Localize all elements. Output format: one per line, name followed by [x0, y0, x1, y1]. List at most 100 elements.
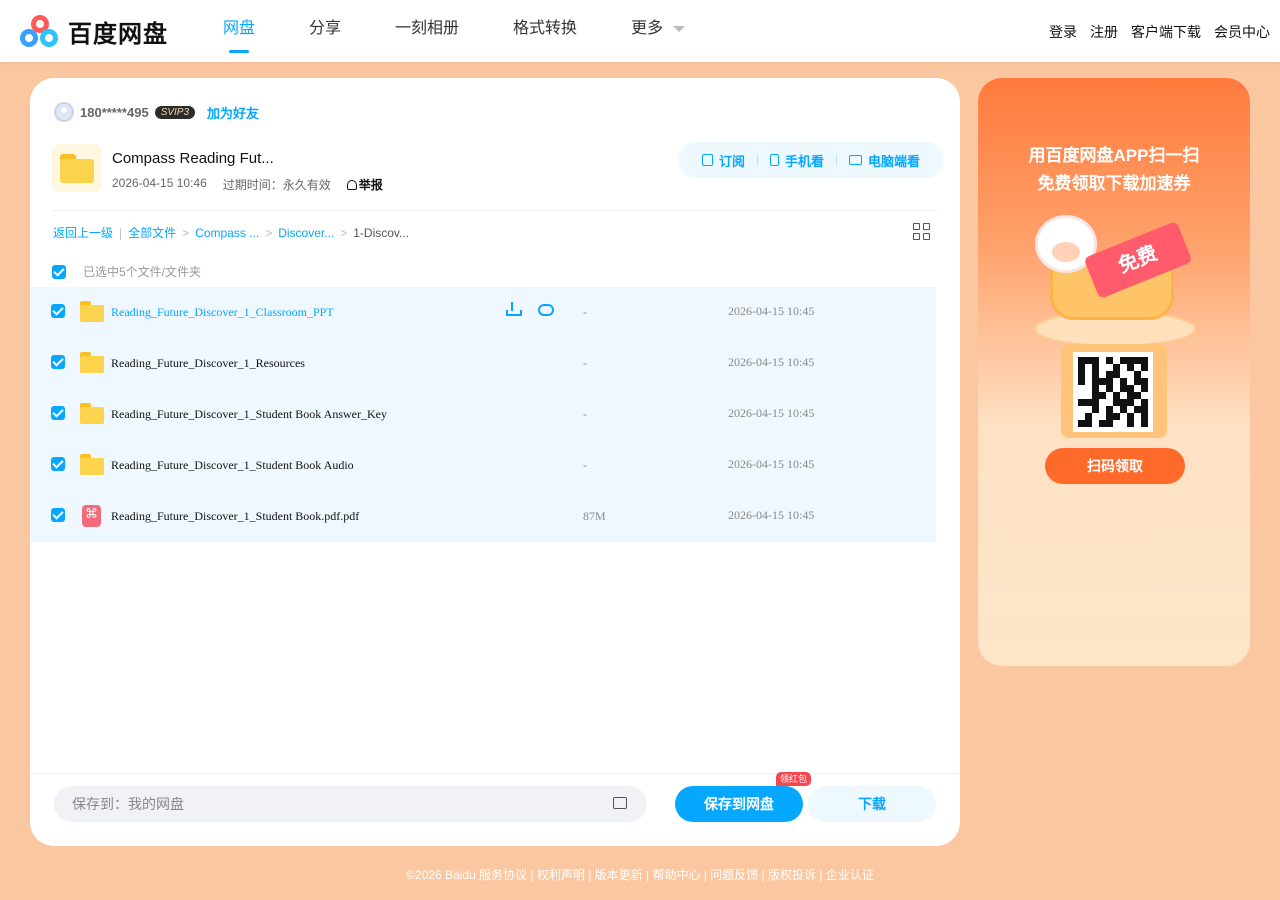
nav-item-convert[interactable]: 格式转换: [513, 0, 577, 62]
add-friend-link[interactable]: 加为好友: [207, 103, 259, 122]
scan-claim-button[interactable]: 扫码领取: [1045, 448, 1185, 484]
file-size: 87M: [583, 509, 606, 523]
table-row[interactable]: Reading_Future_Discover_1_Resources - 20…: [30, 338, 936, 389]
bookmark-icon: [702, 154, 713, 166]
chevron-down-icon: [673, 25, 686, 32]
mobile-view-label: 手机看: [785, 153, 825, 169]
table-row[interactable]: Reading_Future_Discover_1_Student Book A…: [30, 440, 936, 491]
select-all-row: 已选中5个文件/文件夹: [52, 263, 201, 280]
file-name[interactable]: Reading_Future_Discover_1_Student Book A…: [111, 407, 387, 422]
save-bar: 保存到：我的网盘 保存到网盘 领红包 下载: [30, 772, 960, 846]
separator: >: [182, 225, 190, 240]
share-meta: 2026-04-15 10:46 过期时间：永久有效 举报: [112, 176, 383, 193]
desktop-view-button[interactable]: 电脑端看: [837, 151, 932, 170]
row-checkbox[interactable]: [51, 457, 65, 471]
alarm-icon: [346, 180, 357, 190]
back-link[interactable]: 返回上一级: [53, 224, 113, 241]
separator: |: [119, 225, 123, 240]
file-name[interactable]: Reading_Future_Discover_1_Student Book.p…: [111, 509, 359, 524]
nav-item-album[interactable]: 一刻相册: [395, 0, 459, 62]
register-link[interactable]: 注册: [1090, 22, 1118, 42]
logo-icon: [20, 14, 60, 49]
breadcrumb-item[interactable]: Compass ...: [195, 226, 259, 240]
share-date: 2026-04-15 10:46: [112, 176, 207, 190]
nav-item-netdisk[interactable]: 网盘: [223, 0, 255, 62]
all-files-link[interactable]: 全部文件: [128, 224, 176, 241]
file-size: -: [583, 305, 587, 319]
mobile-view-button[interactable]: 手机看: [758, 151, 836, 170]
save-location-text: 保存到：我的网盘: [72, 796, 184, 812]
pdf-file-icon: [82, 505, 101, 527]
share-panel: 180*****495 SVIP3 加为好友 Compass Reading F…: [30, 78, 960, 846]
expire-info: 过期时间：永久有效: [222, 178, 331, 192]
subscribe-button[interactable]: 订阅: [690, 151, 757, 170]
qr-code: [1073, 352, 1153, 432]
grid-view-icon[interactable]: [913, 223, 930, 240]
logo-text: 百度网盘: [68, 21, 168, 48]
file-name[interactable]: Reading_Future_Discover_1_Resources: [111, 356, 305, 371]
report-label: 举报: [358, 178, 383, 192]
logo[interactable]: 百度网盘: [20, 14, 168, 49]
table-row[interactable]: Reading_Future_Discover_1_Student Book A…: [30, 389, 936, 440]
folder-icon: [80, 403, 104, 425]
nav-item-more[interactable]: 更多: [631, 0, 686, 62]
svip-badge: SVIP3: [154, 105, 196, 119]
promo-title-line2: 免费领取下载加速券: [1037, 174, 1191, 193]
divider: [52, 210, 938, 211]
breadcrumb-current: 1-Discov...: [353, 225, 410, 240]
row-checkbox[interactable]: [51, 508, 65, 522]
report-button[interactable]: 举报: [346, 176, 383, 193]
avatar[interactable]: [54, 102, 74, 122]
red-packet-badge: 领红包: [776, 772, 812, 786]
promo-title-line1: 用百度网盘APP扫一扫: [1028, 146, 1200, 165]
subscribe-label: 订阅: [719, 153, 746, 169]
folder-picker-icon[interactable]: [613, 797, 627, 809]
desktop-view-label: 电脑端看: [868, 153, 921, 169]
share-title: Compass Reading Fut...: [112, 150, 274, 167]
folder-icon: [80, 301, 104, 323]
account-links: 登录 注册 客户端下载 会员中心: [1049, 22, 1270, 42]
selection-count: 已选中5个文件/文件夹: [83, 265, 202, 279]
file-list: Reading_Future_Discover_1_Classroom_PPT …: [30, 287, 936, 542]
breadcrumb: 返回上一级 | 全部文件 > Compass ... > Discover...…: [53, 224, 409, 241]
file-time: 2026-04-15 10:45: [728, 508, 815, 522]
file-time: 2026-04-15 10:45: [728, 406, 815, 420]
breadcrumb-item[interactable]: Discover...: [278, 226, 334, 240]
file-name[interactable]: Reading_Future_Discover_1_Classroom_PPT: [111, 305, 334, 320]
file-time: 2026-04-15 10:45: [728, 304, 815, 318]
file-name[interactable]: Reading_Future_Discover_1_Student Book A…: [111, 458, 354, 473]
footer-links[interactable]: ©2026 Baidu 服务协议 | 权利声明 | 版本更新 | 帮助中心 | …: [0, 866, 1280, 883]
save-location-field[interactable]: 保存到：我的网盘: [54, 786, 647, 822]
share-actions: 订阅 手机看 电脑端看: [678, 142, 945, 178]
separator: >: [340, 225, 348, 240]
row-checkbox[interactable]: [51, 304, 65, 318]
main-nav: 网盘 分享 一刻相册 格式转换 更多: [223, 0, 739, 62]
row-tools: [506, 302, 554, 316]
sharer-info: 180*****495 SVIP3 加为好友: [54, 102, 259, 122]
download-icon[interactable]: [506, 302, 522, 316]
login-link[interactable]: 登录: [1049, 22, 1077, 42]
row-checkbox[interactable]: [51, 406, 65, 420]
folder-icon: [80, 352, 104, 374]
table-row[interactable]: Reading_Future_Discover_1_Classroom_PPT …: [30, 287, 936, 338]
phone-icon: [770, 154, 780, 166]
nav-more-label: 更多: [631, 20, 664, 37]
folder-icon: [52, 144, 102, 192]
client-download-link[interactable]: 客户端下载: [1131, 22, 1201, 42]
file-size: -: [583, 458, 587, 472]
download-button[interactable]: 下载: [808, 786, 936, 822]
file-size: -: [583, 356, 587, 370]
member-center-link[interactable]: 会员中心: [1214, 22, 1270, 42]
file-size: -: [583, 407, 587, 421]
file-time: 2026-04-15 10:45: [728, 355, 815, 369]
promo-banner: 用百度网盘APP扫一扫 免费领取下载加速券 免费 扫码领取: [978, 78, 1250, 666]
folder-icon: [80, 454, 104, 476]
cloud-save-icon[interactable]: [538, 304, 554, 316]
table-row[interactable]: Reading_Future_Discover_1_Student Book.p…: [30, 491, 936, 542]
row-checkbox[interactable]: [51, 355, 65, 369]
nav-item-share[interactable]: 分享: [309, 0, 341, 62]
sharer-name[interactable]: 180*****495: [80, 105, 149, 120]
save-to-disk-button[interactable]: 保存到网盘: [675, 786, 803, 822]
separator: >: [265, 225, 273, 240]
select-all-checkbox[interactable]: [52, 264, 66, 279]
